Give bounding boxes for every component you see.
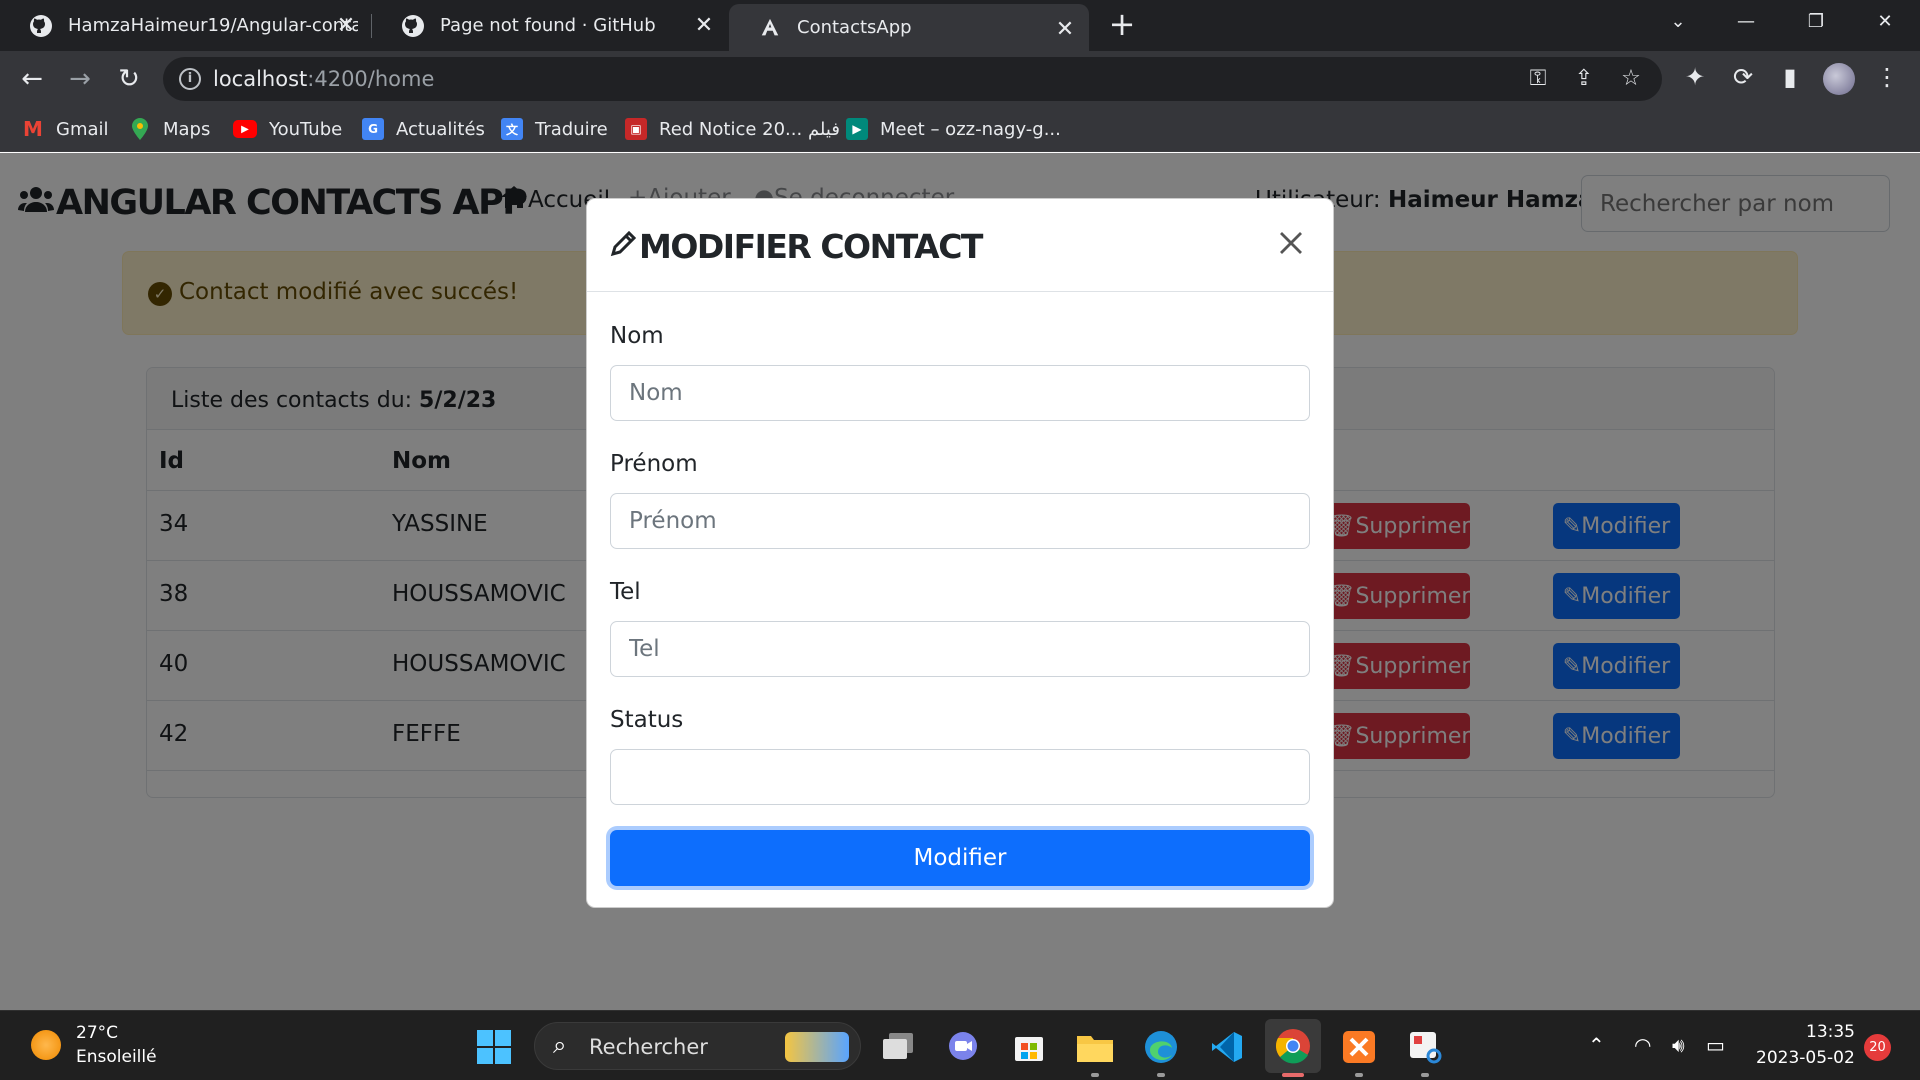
- xampp-icon[interactable]: [1340, 1028, 1378, 1066]
- angular-icon: [757, 15, 783, 41]
- wifi-icon[interactable]: ◠: [1634, 1033, 1651, 1057]
- tel-label: Tel: [610, 579, 641, 605]
- star-icon[interactable]: ☆: [1618, 66, 1644, 92]
- meet-icon: ▶: [846, 118, 868, 140]
- snipping-tool-icon[interactable]: [1406, 1028, 1444, 1066]
- key-icon[interactable]: ⚿: [1525, 66, 1551, 92]
- search-icon: ⌕: [553, 1031, 567, 1059]
- bookmark-meet[interactable]: ▶ Meet – ozz-nagy-g...: [846, 116, 1061, 142]
- address-bar[interactable]: i localhost:4200/home ⚿ ⇪ ☆: [163, 57, 1662, 101]
- windows-start-icon[interactable]: [475, 1028, 513, 1066]
- notification-badge[interactable]: 20: [1864, 1034, 1891, 1061]
- translate-icon: 文: [501, 118, 523, 140]
- nom-field[interactable]: [610, 365, 1310, 421]
- modal-header: MODIFIER CONTACT: [587, 199, 1333, 292]
- browser-tab-strip: HamzaHaimeur19/Angular-conta ✕ Page not …: [0, 0, 1920, 51]
- sun-icon[interactable]: [31, 1030, 61, 1060]
- chrome-icon[interactable]: [1265, 1019, 1321, 1073]
- status-field[interactable]: [610, 749, 1310, 805]
- status-label: Status: [610, 707, 684, 733]
- maps-icon: [129, 118, 151, 140]
- bookmark-red-notice[interactable]: ▣ Red Notice 20... فيلم: [625, 116, 840, 142]
- restore-icon[interactable]: ❐: [1786, 0, 1846, 43]
- close-tab-icon[interactable]: ✕: [1053, 17, 1077, 42]
- youtube-icon: ▶: [233, 120, 257, 138]
- chevron-up-icon[interactable]: ⌃: [1588, 1033, 1605, 1057]
- performance-icon[interactable]: ⟳: [1727, 61, 1759, 93]
- modal-close-icon[interactable]: [1275, 227, 1307, 259]
- browser-toolbar: ← → ↻ i localhost:4200/home ⚿ ⇪ ☆ ✦ ⟳ ▮ …: [0, 51, 1920, 107]
- battery-icon[interactable]: ▭: [1706, 1033, 1725, 1057]
- clock-time[interactable]: 13:35: [1806, 1022, 1855, 1042]
- file-explorer-icon[interactable]: [1076, 1028, 1114, 1066]
- extensions-icon[interactable]: ✦: [1679, 61, 1711, 93]
- tab-title: ContactsApp: [797, 17, 912, 38]
- new-tab-button[interactable]: +: [1105, 8, 1139, 42]
- profile-avatar[interactable]: [1823, 63, 1855, 95]
- clock-date[interactable]: 2023-05-02: [1756, 1048, 1855, 1068]
- github-icon: [400, 13, 426, 39]
- prenom-label: Prénom: [610, 451, 698, 477]
- weather-temp[interactable]: 27°C: [76, 1023, 118, 1043]
- movie-icon: ▣: [625, 118, 647, 140]
- browser-tab-github[interactable]: HamzaHaimeur19/Angular-conta ✕: [0, 0, 370, 51]
- tab-title: Page not found · GitHub: [440, 15, 656, 36]
- taskbar-search[interactable]: ⌕ Rechercher: [534, 1022, 861, 1070]
- bookmark-traduire[interactable]: 文 Traduire: [501, 116, 608, 142]
- bookmark-gmail[interactable]: M Gmail: [22, 116, 108, 142]
- tel-field[interactable]: [610, 621, 1310, 677]
- tab-title: HamzaHaimeur19/Angular-conta: [68, 15, 358, 36]
- windows-taskbar: 27°C Ensoleillé ⌕ Rechercher ⌃ ◠ 🔊︎ ▭ 13…: [0, 1010, 1920, 1080]
- back-icon[interactable]: ←: [14, 61, 50, 97]
- pencil-icon: [609, 227, 639, 266]
- github-icon: [28, 13, 54, 39]
- modal-title: MODIFIER CONTACT: [609, 227, 983, 266]
- minimize-icon[interactable]: —: [1716, 0, 1776, 43]
- share-icon[interactable]: ⇪: [1571, 66, 1597, 92]
- browser-tab-github-404[interactable]: Page not found · GitHub ✕: [372, 0, 728, 51]
- browser-tab-contactsapp[interactable]: ContactsApp ✕: [729, 4, 1089, 51]
- bookmark-youtube[interactable]: ▶ YouTube: [233, 116, 342, 142]
- gmail-icon: M: [23, 117, 43, 141]
- prenom-field[interactable]: [610, 493, 1310, 549]
- bookmark-actualites[interactable]: G Actualités: [362, 116, 485, 142]
- close-tab-icon[interactable]: ✕: [334, 13, 358, 38]
- close-window-icon[interactable]: ✕: [1855, 0, 1915, 43]
- tab-search-chevron-icon[interactable]: ⌄: [1648, 0, 1708, 43]
- site-info-icon[interactable]: i: [179, 68, 201, 90]
- teams-chat-icon[interactable]: [944, 1028, 982, 1066]
- page-viewport: ANGULAR CONTACTS APP Accueil + Ajouter ●…: [0, 153, 1920, 1010]
- vscode-icon[interactable]: [1208, 1028, 1246, 1066]
- edit-contact-modal: MODIFIER CONTACT Nom Prénom Tel Status M…: [586, 198, 1334, 908]
- side-panel-icon[interactable]: ▮: [1774, 61, 1806, 93]
- nom-label: Nom: [610, 323, 664, 349]
- edge-icon[interactable]: [1142, 1028, 1180, 1066]
- reload-icon[interactable]: ↻: [111, 61, 147, 97]
- menu-dots-icon[interactable]: ⋮: [1871, 61, 1903, 93]
- url-text[interactable]: localhost:4200/home: [213, 67, 434, 91]
- search-highlight-icon: [785, 1032, 849, 1062]
- news-icon: G: [362, 118, 384, 140]
- store-icon[interactable]: [1010, 1028, 1048, 1066]
- modifier-submit-button[interactable]: Modifier: [610, 830, 1310, 886]
- close-tab-icon[interactable]: ✕: [692, 13, 716, 38]
- volume-icon[interactable]: 🔊︎: [1672, 1033, 1685, 1057]
- forward-icon[interactable]: →: [62, 61, 98, 97]
- bookmarks-bar: M Gmail Maps ▶ YouTube G Actualités 文 Tr…: [0, 107, 1920, 152]
- weather-desc[interactable]: Ensoleillé: [76, 1047, 157, 1067]
- task-view-icon[interactable]: [880, 1028, 918, 1066]
- bookmark-maps[interactable]: Maps: [129, 116, 210, 142]
